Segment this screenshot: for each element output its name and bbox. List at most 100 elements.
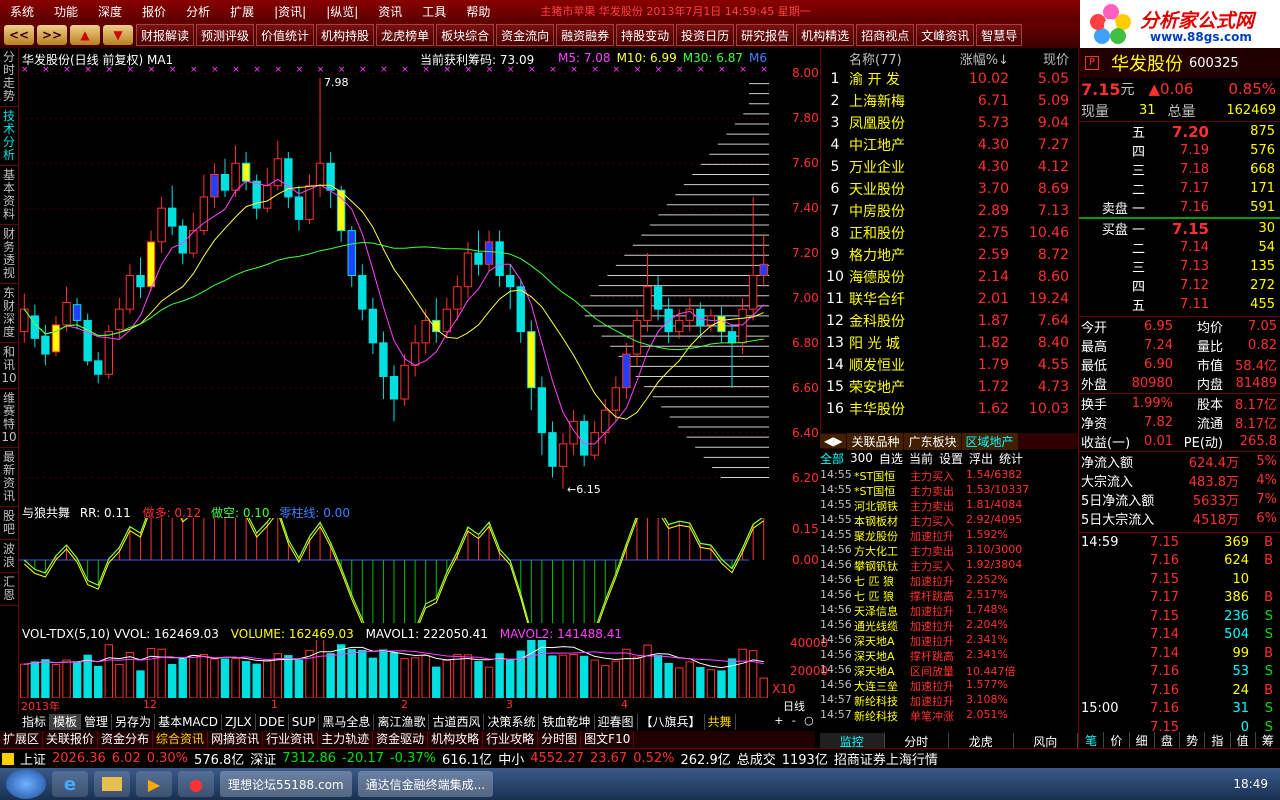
tick-sub-tab-3[interactable]: 当前: [909, 450, 933, 467]
book-row[interactable]: 四 7.12 272: [1079, 276, 1280, 295]
indicator-tab-1[interactable]: 模板: [50, 714, 82, 730]
rank-tab-2[interactable]: 广东板块: [904, 432, 961, 450]
ie-icon[interactable]: e: [52, 771, 88, 797]
alert-row[interactable]: 14:56 七 匹 狼 加速拉升 2.252%: [820, 573, 1078, 588]
monitor-tab-1[interactable]: 分时: [885, 733, 949, 749]
left-tab-0[interactable]: 分时走势: [0, 48, 18, 107]
indicator-tab-15[interactable]: 共舞: [705, 714, 736, 730]
book-row[interactable]: 卖盘 一 7.16 591: [1079, 198, 1280, 217]
zoom-button-0[interactable]: +: [774, 714, 783, 727]
monitor-tab-3[interactable]: 风向: [1014, 733, 1078, 749]
taskbar-window-forum[interactable]: 理想论坛55188.com: [220, 771, 352, 797]
period-label[interactable]: 日线: [770, 698, 818, 714]
menu-item-7[interactable]: |纵览|: [316, 3, 368, 20]
alert-row[interactable]: 14:56 方大化工 主力卖出 3.10/3000: [820, 543, 1078, 558]
menu-item-3[interactable]: 报价: [132, 3, 176, 20]
alert-row[interactable]: 14:57 新纶科技 加速拉升 3.108%: [820, 693, 1078, 708]
tick-sub-tab-5[interactable]: 浮出: [969, 450, 993, 467]
left-tab-6[interactable]: 维赛特10: [0, 389, 18, 448]
indicator-tab-7[interactable]: SUP: [289, 714, 320, 730]
quote-tab-6[interactable]: 值: [1231, 732, 1256, 748]
rank-tab-3[interactable]: 区域地产: [961, 432, 1018, 450]
zoom-button-1[interactable]: -: [792, 714, 796, 727]
rank-row[interactable]: 1 渝 开 发 10.02 5.05: [821, 68, 1078, 90]
toolbar-button-12[interactable]: 招商视点: [856, 24, 915, 46]
book-row[interactable]: 五 7.11 455: [1079, 295, 1280, 314]
extension-tab-5[interactable]: 行业资讯: [263, 731, 319, 748]
volume-chart[interactable]: [19, 640, 769, 698]
tick-sub-tab-4[interactable]: 设置: [939, 450, 963, 467]
rank-row[interactable]: 13 阳 光 城 1.82 8.40: [821, 332, 1078, 354]
book-row[interactable]: 买盘 一 7.15 30: [1079, 219, 1280, 239]
rank-row[interactable]: 12 金科股份 1.87 7.64: [821, 310, 1078, 332]
extension-tab-10[interactable]: 分时图: [538, 731, 582, 748]
rank-head-price[interactable]: 现价: [1009, 49, 1069, 68]
quote-tab-7[interactable]: 筹: [1256, 732, 1280, 748]
left-tab-7[interactable]: 最新资讯: [0, 448, 18, 507]
book-row[interactable]: 二 7.17 171: [1079, 179, 1280, 198]
extension-tab-2[interactable]: 资金分布: [98, 731, 154, 748]
quote-tab-2[interactable]: 细: [1130, 732, 1155, 748]
menu-item-2[interactable]: 深度: [88, 3, 132, 20]
alert-row[interactable]: 14:56 天泽信息 加速拉升 1.748%: [820, 603, 1078, 618]
indicator-tab-0[interactable]: 指标: [19, 714, 51, 730]
rank-row[interactable]: 3 凤凰股份 5.73 9.04: [821, 112, 1078, 134]
quote-tab-0[interactable]: 笔: [1079, 732, 1105, 748]
extension-tab-9[interactable]: 行业攻略: [483, 731, 539, 748]
alert-row[interactable]: 14:56 深天地A 加速拉升 2.341%: [820, 633, 1078, 648]
indicator-tab-10[interactable]: 古道西风: [429, 714, 485, 730]
menu-item-6[interactable]: |资讯|: [264, 3, 316, 20]
nav-button-1[interactable]: >>: [37, 25, 67, 45]
toolbar-button-7[interactable]: 融资融券: [556, 24, 615, 46]
rank-row[interactable]: 11 联华合纤 2.01 19.24: [821, 288, 1078, 310]
taskbar-window-terminal[interactable]: 通达信金融终端集成...: [357, 771, 494, 797]
alert-row[interactable]: 14:56 七 匹 狼 撑杆跳高 2.517%: [820, 588, 1078, 603]
menu-item-0[interactable]: 系统: [0, 3, 44, 20]
alert-row[interactable]: 14:55 河北钢铁 主力卖出 1.81/4084: [820, 498, 1078, 513]
alert-row[interactable]: 14:55 *ST国恒 主力买入 1.54/6382: [820, 468, 1078, 483]
rank-row[interactable]: 14 顺发恒业 1.79 4.55: [821, 354, 1078, 376]
quote-tab-1[interactable]: 价: [1104, 732, 1130, 748]
rank-head-change[interactable]: 涨幅%↓: [939, 49, 1009, 68]
toolbar-button-3[interactable]: 机构持股: [316, 24, 375, 46]
rank-row[interactable]: 16 丰华股份 1.62 10.03: [821, 398, 1078, 420]
alert-row[interactable]: 14:56 攀钢钒钛 主力买入 1.92/3804: [820, 558, 1078, 573]
indicator-tab-6[interactable]: DDE: [256, 714, 289, 730]
left-tab-9[interactable]: 波浪: [0, 540, 18, 573]
indicator-tab-14[interactable]: 【八旗兵】: [638, 714, 705, 730]
extension-tab-7[interactable]: 资金驱动: [373, 731, 429, 748]
extension-tab-11[interactable]: 图文F10: [581, 731, 635, 748]
menu-item-8[interactable]: 资讯: [368, 3, 412, 20]
media-icon[interactable]: ▶: [136, 771, 172, 797]
extension-tab-4[interactable]: 网摘资讯: [208, 731, 264, 748]
book-row[interactable]: 二 7.14 54: [1079, 238, 1280, 257]
menu-item-9[interactable]: 工具: [412, 3, 456, 20]
book-row[interactable]: 四 7.19 576: [1079, 141, 1280, 160]
alert-row[interactable]: 14:57 新纶科技 单笔冲涨 2.051%: [820, 708, 1078, 723]
extension-tab-0[interactable]: 扩展区: [0, 731, 44, 748]
rank-row[interactable]: 4 中江地产 4.30 7.27: [821, 134, 1078, 156]
quote-tab-4[interactable]: 势: [1180, 732, 1206, 748]
menu-item-1[interactable]: 功能: [44, 3, 88, 20]
toolbar-button-4[interactable]: 龙虎榜单: [376, 24, 435, 46]
left-tab-1[interactable]: 技术分析: [0, 107, 18, 166]
alert-row[interactable]: 14:56 通光线缆 加速拉升 2.204%: [820, 618, 1078, 633]
toolbar-button-10[interactable]: 研究报告: [736, 24, 795, 46]
candlestick-chart[interactable]: × × × × × × × × × × × × × × × × × × × × × × × × × × × × × × × × × × × ×7.98…: [19, 60, 769, 500]
rank-row[interactable]: 8 正和股份 2.75 10.46: [821, 222, 1078, 244]
quote-tab-3[interactable]: 盘: [1155, 732, 1180, 748]
toolbar-button-1[interactable]: 预测评级: [196, 24, 255, 46]
menu-item-5[interactable]: 扩展: [220, 3, 264, 20]
nav-button-2[interactable]: ▲: [70, 25, 100, 45]
left-tab-5[interactable]: 和讯10: [0, 343, 18, 389]
rank-row[interactable]: 2 上海新梅 6.71 5.09: [821, 90, 1078, 112]
monitor-tab-2[interactable]: 龙虎: [949, 733, 1014, 749]
left-tab-3[interactable]: 财务透视: [0, 225, 18, 284]
nav-button-0[interactable]: <<: [4, 25, 34, 45]
toolbar-button-9[interactable]: 投资日历: [676, 24, 735, 46]
indicator-tab-13[interactable]: 迎春图: [595, 714, 638, 730]
rank-row[interactable]: 9 格力地产 2.59 8.72: [821, 244, 1078, 266]
left-tab-2[interactable]: 基本资料: [0, 166, 18, 225]
indicator-tab-2[interactable]: 管理: [81, 714, 113, 730]
toolbar-button-6[interactable]: 资金流向: [496, 24, 555, 46]
